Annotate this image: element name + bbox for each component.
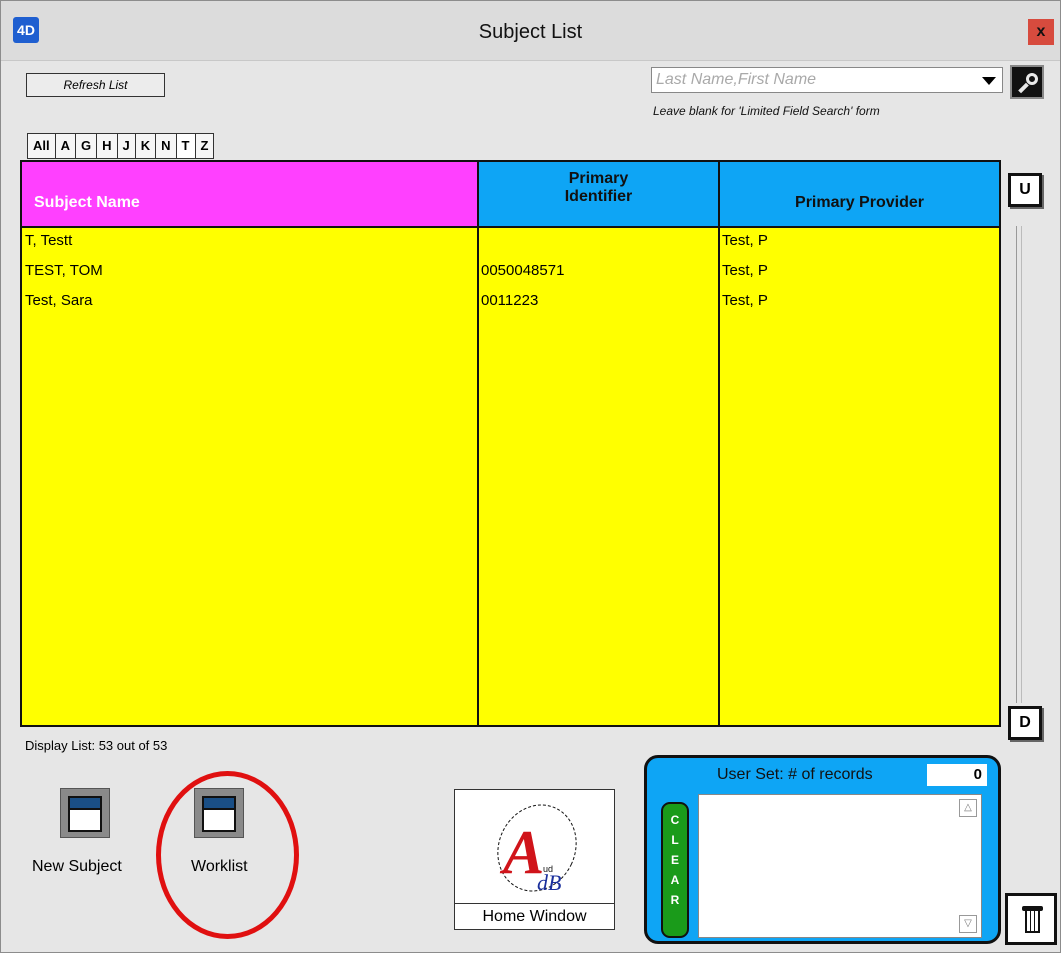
search-input[interactable]	[652, 68, 972, 92]
audb-logo: A ud dB	[497, 804, 577, 895]
table-row[interactable]: T, Testt Test, P	[22, 230, 999, 260]
user-set-list[interactable]: △ ▽	[698, 794, 982, 938]
cell-subject-name: TEST, TOM	[25, 262, 103, 279]
tab-k[interactable]: K	[135, 134, 157, 158]
home-window-label: Home Window	[455, 903, 614, 929]
cell-primary-identifier: 0050048571	[481, 262, 565, 279]
cell-primary-identifier: 0011223	[481, 292, 539, 309]
tab-g[interactable]: G	[76, 134, 98, 158]
column-header-primary-identifier[interactable]: Primary Identifier	[477, 162, 718, 228]
new-subject-label[interactable]: New Subject	[32, 858, 122, 876]
tab-h[interactable]: H	[97, 134, 118, 158]
tab-a[interactable]: A	[55, 134, 77, 158]
chevron-down-icon[interactable]: ▽	[959, 915, 977, 933]
tab-n[interactable]: N	[156, 134, 177, 158]
column-header-primary-provider[interactable]: Primary Provider	[718, 162, 999, 228]
cell-subject-name: T, Testt	[25, 232, 73, 249]
chevron-up-icon[interactable]: △	[959, 799, 977, 817]
annotation-circle	[156, 771, 299, 939]
cell-primary-provider: Test, P	[722, 262, 768, 279]
scroll-track[interactable]	[1016, 226, 1022, 703]
search-button[interactable]	[1010, 65, 1044, 99]
card-icon	[68, 796, 102, 832]
user-set-label: User Set: # of records	[717, 766, 873, 783]
home-window-button[interactable]: A ud dB Home Window	[454, 789, 615, 930]
cell-subject-name: Test, Sara	[25, 292, 93, 309]
magnifier-handle	[1018, 82, 1029, 94]
cell-primary-provider: Test, P	[722, 292, 768, 309]
window-content: Refresh List Leave blank for 'Limited Fi…	[1, 61, 1060, 952]
trash-button[interactable]	[1005, 893, 1057, 945]
window-title: Subject List	[478, 21, 583, 43]
search-hint: Leave blank for 'Limited Field Search' f…	[653, 104, 880, 118]
title-bar: 4D Subject List x	[1, 1, 1060, 61]
close-button[interactable]: x	[1028, 19, 1054, 45]
column-header-subject-name[interactable]: Subject Name	[22, 162, 477, 228]
search-combobox[interactable]	[651, 67, 1003, 93]
refresh-list-button[interactable]: Refresh List	[26, 73, 165, 97]
tab-j[interactable]: J	[117, 134, 136, 158]
scroll-down-button[interactable]: D	[1008, 706, 1042, 740]
alphabet-filter-tabs: All A G H J K N T Z	[27, 133, 215, 159]
clear-button[interactable]: C L E A R	[661, 802, 689, 938]
table-row[interactable]: TEST, TOM 0050048571 Test, P	[22, 260, 999, 290]
magnifier-icon	[1026, 73, 1038, 85]
table-row[interactable]: Test, Sara 0011223 Test, P	[22, 290, 999, 320]
chevron-down-icon[interactable]	[982, 77, 996, 85]
user-set-panel: User Set: # of records 0 C L E A R △ ▽	[644, 755, 1001, 944]
new-subject-button[interactable]	[60, 788, 110, 838]
svg-text:dB: dB	[537, 870, 561, 895]
trash-icon	[1025, 911, 1040, 933]
user-set-count: 0	[927, 764, 987, 786]
cell-primary-provider: Test, P	[722, 232, 768, 249]
table-body: T, Testt Test, P TEST, TOM 0050048571 Te…	[22, 230, 999, 320]
display-list-status: Display List: 53 out of 53	[25, 738, 168, 753]
tab-t[interactable]: T	[176, 134, 196, 158]
subject-list-window: 4D Subject List x Refresh List Leave bla…	[0, 0, 1061, 953]
scroll-up-button[interactable]: U	[1008, 173, 1042, 207]
subject-list-table: Subject Name Primary Identifier Primary P…	[20, 160, 1001, 727]
tab-all[interactable]: All	[28, 134, 56, 158]
tab-z[interactable]: Z	[195, 134, 214, 158]
